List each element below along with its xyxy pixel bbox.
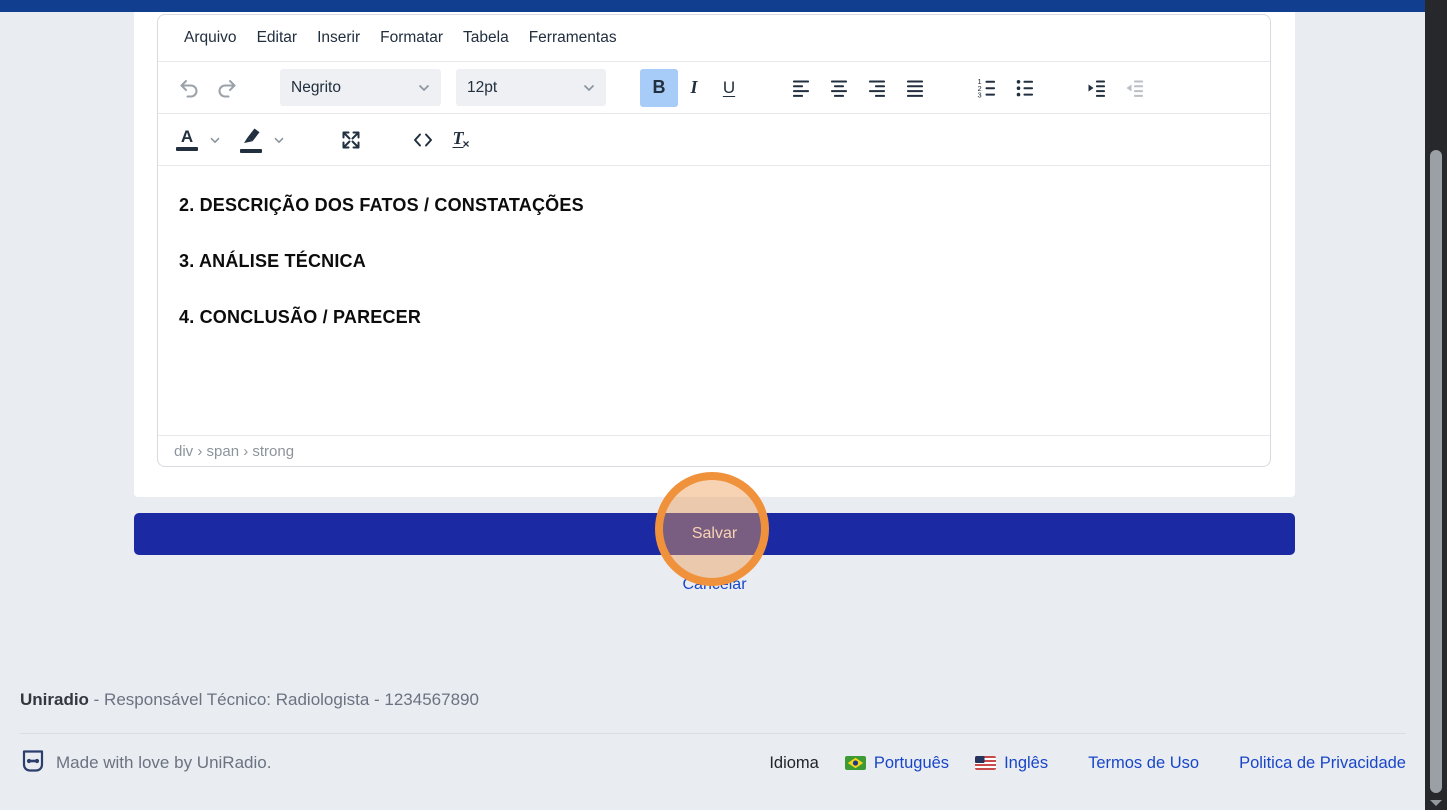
- font-size-select[interactable]: 12pt: [456, 69, 606, 106]
- underline-button[interactable]: U: [710, 69, 748, 107]
- align-left-icon: [789, 76, 813, 100]
- scrollbar-thumb[interactable]: [1430, 150, 1442, 793]
- align-justify-icon: [903, 76, 927, 100]
- footer-branding: Made with love by UniRadio.: [20, 748, 271, 779]
- editor-statusbar: div › span › strong: [158, 435, 1270, 466]
- bullet-list-button[interactable]: [1006, 69, 1044, 107]
- svg-text:3: 3: [978, 90, 982, 99]
- italic-button[interactable]: I: [678, 69, 710, 107]
- menu-formatar[interactable]: Formatar: [370, 22, 453, 54]
- numbered-list-button[interactable]: 123: [968, 69, 1006, 107]
- bold-button[interactable]: B: [640, 69, 678, 107]
- report-heading: 2. DESCRIÇÃO DOS FATOS / CONSTATAÇÕES: [179, 196, 1249, 214]
- code-icon: [411, 128, 435, 152]
- italic-icon: I: [690, 77, 697, 98]
- bold-icon: B: [653, 77, 666, 98]
- footer-links: Idioma Português Inglês Termos de Uso Po…: [769, 754, 1406, 773]
- menu-arquivo[interactable]: Arquivo: [174, 22, 247, 54]
- fullscreen-button[interactable]: [332, 121, 370, 159]
- editor-menubar: Arquivo Editar Inserir Formatar Tabela F…: [158, 15, 1270, 62]
- highlight-color-button[interactable]: [234, 121, 268, 159]
- brazil-flag-icon: [845, 756, 866, 770]
- element-path[interactable]: div › span › strong: [174, 443, 294, 460]
- underline-icon: U: [723, 78, 735, 98]
- language-label: Idioma: [769, 754, 819, 773]
- indent-button[interactable]: [1078, 69, 1116, 107]
- text-color-icon: A: [181, 129, 193, 145]
- footer: Made with love by UniRadio. Idioma Portu…: [20, 747, 1406, 779]
- cancel-link[interactable]: Cancelar: [682, 576, 746, 593]
- source-code-button[interactable]: [404, 121, 442, 159]
- bullet-list-icon: [1013, 76, 1037, 100]
- block-format-select[interactable]: Negrito: [280, 69, 441, 106]
- numbered-list-icon: 123: [975, 76, 999, 100]
- toolbar-row-1: Negrito 12pt B I U: [158, 62, 1270, 114]
- clear-formatting-icon: T×: [452, 128, 469, 151]
- english-label: Inglês: [1004, 754, 1048, 773]
- menu-editar[interactable]: Editar: [247, 22, 308, 54]
- redo-button[interactable]: [208, 69, 246, 107]
- editor-content-area[interactable]: 2. DESCRIÇÃO DOS FATOS / CONSTATAÇÕES 3.…: [158, 166, 1270, 435]
- block-format-value: Negrito: [291, 79, 408, 97]
- report-heading: 3. ANÁLISE TÉCNICA: [179, 252, 1249, 270]
- scrollbar-down-arrow[interactable]: [1430, 800, 1442, 806]
- outdent-icon: [1123, 76, 1147, 100]
- us-flag-icon: [975, 756, 996, 770]
- report-heading: 4. CONCLUSÃO / PARECER: [179, 308, 1249, 326]
- scrollbar[interactable]: [1425, 0, 1447, 810]
- top-navigation-bar: [0, 0, 1447, 12]
- privacy-policy-link[interactable]: Politica de Privacidade: [1239, 754, 1406, 773]
- align-center-button[interactable]: [820, 69, 858, 107]
- footer-divider: [20, 733, 1406, 734]
- menu-inserir[interactable]: Inserir: [307, 22, 370, 54]
- outdent-button[interactable]: [1116, 69, 1154, 107]
- align-right-icon: [865, 76, 889, 100]
- text-color-menu-button[interactable]: [204, 121, 226, 159]
- report-editor-card: Arquivo Editar Inserir Formatar Tabela F…: [134, 12, 1295, 497]
- save-button[interactable]: Salvar: [134, 513, 1295, 555]
- text-color-swatch: [176, 147, 198, 151]
- rich-text-editor: Arquivo Editar Inserir Formatar Tabela F…: [157, 14, 1271, 467]
- highlighter-icon: [239, 127, 263, 147]
- highlight-color-swatch: [240, 149, 262, 153]
- align-justify-button[interactable]: [896, 69, 934, 107]
- chevron-down-icon: [418, 80, 430, 95]
- undo-button[interactable]: [170, 69, 208, 107]
- indent-icon: [1085, 76, 1109, 100]
- cancel-row: Cancelar: [134, 576, 1295, 594]
- company-name: Uniradio: [20, 690, 89, 709]
- uniradio-logo-icon: [20, 748, 46, 779]
- font-size-value: 12pt: [467, 79, 573, 97]
- clear-formatting-button[interactable]: T×: [442, 121, 480, 159]
- chevron-down-icon: [583, 80, 595, 95]
- menu-tabela[interactable]: Tabela: [453, 22, 519, 54]
- chevron-down-icon: [210, 132, 220, 147]
- company-info: Uniradio - Responsável Técnico: Radiolog…: [20, 690, 479, 710]
- text-color-button[interactable]: A: [170, 121, 204, 159]
- menu-ferramentas[interactable]: Ferramentas: [519, 22, 627, 54]
- language-portuguese-link[interactable]: Português: [845, 754, 949, 773]
- chevron-down-icon: [274, 132, 284, 147]
- align-right-button[interactable]: [858, 69, 896, 107]
- align-center-icon: [827, 76, 851, 100]
- redo-icon: [215, 76, 239, 100]
- portuguese-label: Português: [874, 754, 949, 773]
- language-english-link[interactable]: Inglês: [975, 754, 1048, 773]
- made-with-text: Made with love by UniRadio.: [56, 753, 271, 773]
- undo-icon: [177, 76, 201, 100]
- toolbar-row-2: A: [158, 114, 1270, 166]
- fullscreen-icon: [339, 128, 363, 152]
- highlight-color-menu-button[interactable]: [268, 121, 290, 159]
- terms-of-use-link[interactable]: Termos de Uso: [1088, 754, 1199, 773]
- company-details: - Responsável Técnico: Radiologista - 12…: [89, 690, 479, 709]
- align-left-button[interactable]: [782, 69, 820, 107]
- page: Arquivo Editar Inserir Formatar Tabela F…: [0, 0, 1447, 810]
